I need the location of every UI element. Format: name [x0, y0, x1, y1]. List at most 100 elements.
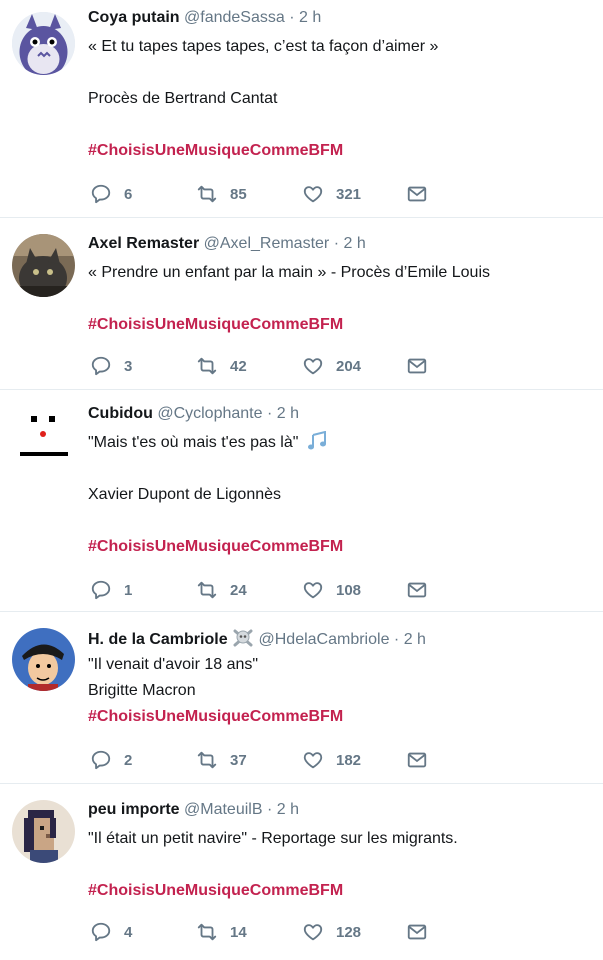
retweet-button[interactable]: 14 — [196, 920, 247, 944]
timestamp[interactable]: 2 h — [404, 631, 426, 648]
like-count: 128 — [336, 923, 362, 941]
tweet-text-line — [88, 508, 593, 534]
tweet[interactable]: Coya putain @fandeSassa · 2 h « Et tu ta… — [0, 0, 603, 218]
hashtag-link[interactable]: #ChoisisUneMusiqueCommeBFM — [88, 878, 593, 904]
tweet-text-line: "Mais t'es où mais t'es pas là" — [88, 430, 593, 456]
user-handle[interactable]: @HdelaCambriole — [259, 631, 390, 648]
tweet-content: peu importe @MateuilB · 2 h "Il était un… — [88, 800, 593, 904]
retweet-button[interactable]: 42 — [196, 354, 247, 378]
retweet-count: 85 — [230, 185, 247, 203]
like-button[interactable]: 321 — [302, 182, 361, 206]
avatar[interactable] — [12, 628, 75, 691]
like-count: 182 — [336, 751, 362, 769]
like-button[interactable]: 204 — [302, 354, 361, 378]
reply-count: 6 — [124, 185, 133, 203]
like-button[interactable]: 128 — [302, 920, 361, 944]
timestamp[interactable]: 2 h — [277, 801, 299, 818]
tweet[interactable]: Axel Remaster @Axel_Remaster · 2 h « Pre… — [0, 218, 603, 390]
tweet-text-line — [88, 852, 593, 878]
reply-button[interactable]: 2 — [90, 748, 132, 772]
like-button[interactable]: 108 — [302, 578, 361, 602]
avatar[interactable] — [12, 800, 75, 863]
hashtag-link[interactable]: #ChoisisUneMusiqueCommeBFM — [88, 704, 593, 730]
tweet[interactable]: peu importe @MateuilB · 2 h "Il était un… — [0, 784, 603, 960]
timestamp[interactable]: 2 h — [277, 405, 299, 422]
retweet-button[interactable]: 37 — [196, 748, 247, 772]
retweet-count: 37 — [230, 751, 247, 769]
tweet-text-line: Procès de Bertrand Cantat — [88, 90, 278, 107]
timestamp[interactable]: 2 h — [343, 235, 365, 252]
tweet-text: "Mais t'es où mais t'es pas là" — [88, 434, 299, 451]
message-button[interactable] — [406, 920, 440, 944]
like-button[interactable]: 182 — [302, 748, 361, 772]
retweet-button[interactable]: 24 — [196, 578, 247, 602]
display-name[interactable]: Axel Remaster — [88, 235, 199, 252]
tweet-text-line — [88, 60, 593, 86]
hashtag-link[interactable]: #ChoisisUneMusiqueCommeBFM — [88, 138, 593, 164]
tweet-text-line: « Prendre un enfant par la main » - Proc… — [88, 264, 490, 281]
separator: · — [266, 405, 273, 422]
totoro-avatar-icon — [12, 12, 75, 75]
tweet-text-line: Brigitte Macron — [88, 682, 196, 699]
tweet-text-line: "Il était un petit navire" - Reportage s… — [88, 830, 458, 847]
tweet-header: Cubidou @Cyclophante · 2 h — [88, 404, 593, 424]
retweet-count: 14 — [230, 923, 247, 941]
envelope-icon — [407, 358, 427, 374]
user-handle[interactable]: @Cyclophante — [157, 405, 262, 422]
reply-button[interactable]: 3 — [90, 354, 132, 378]
tweet-content: H. de la Cambriole @HdelaCambriole · 2 h… — [88, 628, 593, 730]
reply-button[interactable]: 4 — [90, 920, 132, 944]
retweet-button[interactable]: 85 — [196, 182, 247, 206]
reply-icon — [91, 922, 111, 942]
retweet-icon — [197, 581, 217, 599]
display-name[interactable]: Cubidou — [88, 405, 153, 422]
tweet-header: Axel Remaster @Axel_Remaster · 2 h — [88, 234, 593, 254]
tweet-actions: 3 42 204 — [90, 354, 450, 378]
reply-button[interactable]: 1 — [90, 578, 132, 602]
timestamp[interactable]: 2 h — [299, 9, 321, 26]
message-button[interactable] — [406, 748, 440, 772]
reply-count: 1 — [124, 581, 133, 599]
reply-icon — [91, 184, 111, 204]
avatar[interactable] — [12, 12, 75, 75]
tweet[interactable]: Cubidou @Cyclophante · 2 h "Mais t'es où… — [0, 390, 603, 612]
display-name[interactable]: peu importe — [88, 801, 180, 818]
reply-count: 4 — [124, 923, 133, 941]
retweet-count: 42 — [230, 357, 247, 375]
tweet-text-line — [88, 456, 593, 482]
user-handle[interactable]: @MateuilB — [184, 801, 263, 818]
reply-count: 2 — [124, 751, 133, 769]
reply-icon — [91, 580, 111, 600]
tweet-header: H. de la Cambriole @HdelaCambriole · 2 h — [88, 628, 593, 650]
message-button[interactable] — [406, 578, 440, 602]
tweet-header: peu importe @MateuilB · 2 h — [88, 800, 593, 820]
tweet-text-line: "Il venait d'avoir 18 ans" — [88, 656, 259, 673]
face-avatar-icon — [12, 404, 75, 467]
tweet-text-line: Xavier Dupont de Ligonnès — [88, 486, 282, 503]
heart-icon — [303, 358, 323, 375]
hashtag-link[interactable]: #ChoisisUneMusiqueCommeBFM — [88, 534, 593, 560]
tweet[interactable]: H. de la Cambriole @HdelaCambriole · 2 h… — [0, 612, 603, 784]
user-handle[interactable]: @Axel_Remaster — [204, 235, 330, 252]
separator: · — [393, 631, 400, 648]
pixel-art-avatar-icon — [12, 800, 75, 863]
heart-icon — [303, 752, 323, 769]
tweet-actions: 1 24 108 — [90, 578, 450, 602]
display-name[interactable]: H. de la Cambriole — [88, 631, 228, 648]
hashtag-link[interactable]: #ChoisisUneMusiqueCommeBFM — [88, 312, 593, 338]
reply-button[interactable]: 6 — [90, 182, 132, 206]
retweet-icon — [197, 923, 217, 941]
message-button[interactable] — [406, 354, 440, 378]
message-button[interactable] — [406, 182, 440, 206]
reply-icon — [91, 356, 111, 376]
retweet-count: 24 — [230, 581, 247, 599]
heart-icon — [303, 186, 323, 203]
avatar[interactable] — [12, 404, 75, 467]
tweet-content: Cubidou @Cyclophante · 2 h "Mais t'es où… — [88, 404, 593, 560]
tweet-header: Coya putain @fandeSassa · 2 h — [88, 8, 593, 28]
envelope-icon — [407, 186, 427, 202]
user-handle[interactable]: @fandeSassa — [184, 9, 285, 26]
music-notes-icon — [307, 430, 326, 450]
avatar[interactable] — [12, 234, 75, 297]
display-name[interactable]: Coya putain — [88, 9, 180, 26]
